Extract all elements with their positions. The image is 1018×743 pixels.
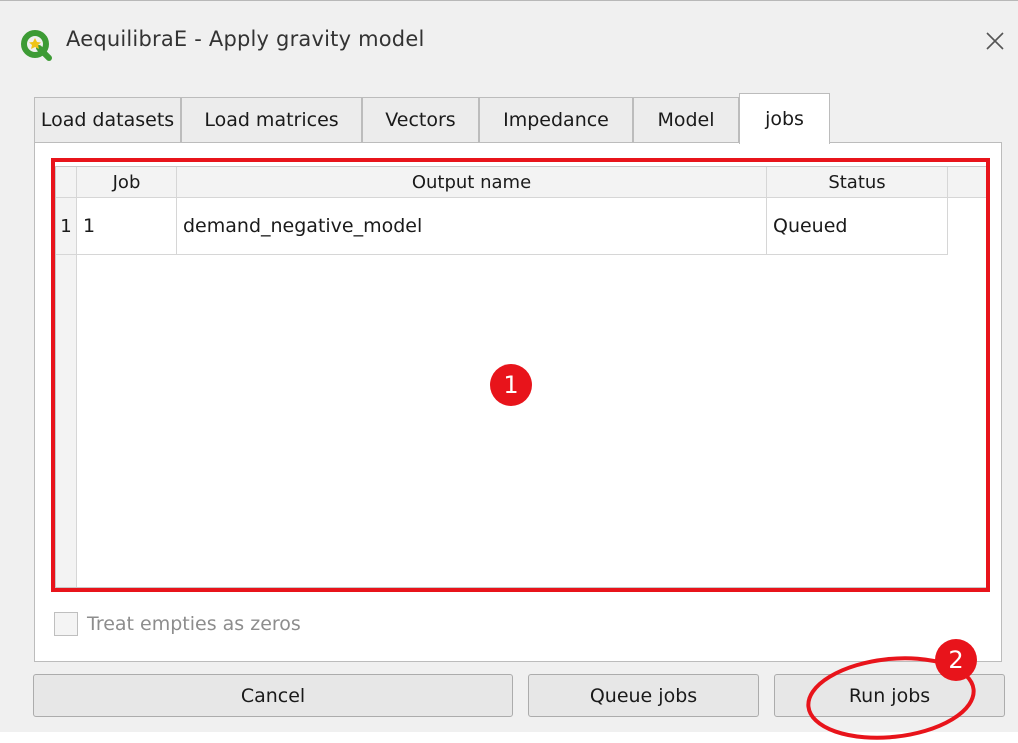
tab-load-matrices[interactable]: Load matrices (181, 97, 362, 142)
table-corner[interactable] (56, 167, 77, 198)
queue-jobs-button[interactable]: Queue jobs (528, 674, 759, 717)
title-bar: AequilibraE - Apply gravity model (0, 1, 1018, 85)
treat-empties-checkbox[interactable] (54, 612, 78, 636)
column-header-job[interactable]: Job (77, 167, 177, 198)
annotation-marker-2: 2 (935, 639, 977, 681)
cell-job[interactable]: 1 (77, 198, 177, 255)
close-button[interactable] (972, 17, 1018, 65)
tab-impedance[interactable]: Impedance (479, 97, 633, 142)
column-header-output-name[interactable]: Output name (177, 167, 767, 198)
cell-output-name[interactable]: demand_negative_model (177, 198, 767, 255)
cell-status[interactable]: Queued (767, 198, 948, 255)
close-icon (986, 32, 1004, 50)
annotation-marker-1: 1 (490, 364, 532, 406)
dialog-window: AequilibraE - Apply gravity model Load d… (0, 0, 1018, 740)
run-jobs-button[interactable]: Run jobs (774, 674, 1005, 717)
tab-jobs[interactable]: jobs (739, 93, 830, 144)
cancel-button[interactable]: Cancel (33, 674, 513, 717)
tab-vectors[interactable]: Vectors (362, 97, 479, 142)
treat-empties-label: Treat empties as zeros (87, 613, 301, 635)
tab-model[interactable]: Model (633, 97, 739, 142)
qgis-logo-icon (21, 30, 52, 61)
row-header-column (56, 198, 77, 587)
tab-load-datasets[interactable]: Load datasets (34, 97, 181, 142)
window-title: AequilibraE - Apply gravity model (66, 27, 425, 51)
header-filler (948, 167, 986, 198)
row-header-1[interactable]: 1 (56, 198, 77, 255)
column-header-status[interactable]: Status (767, 167, 948, 198)
treat-empties-option[interactable]: Treat empties as zeros (54, 610, 301, 638)
